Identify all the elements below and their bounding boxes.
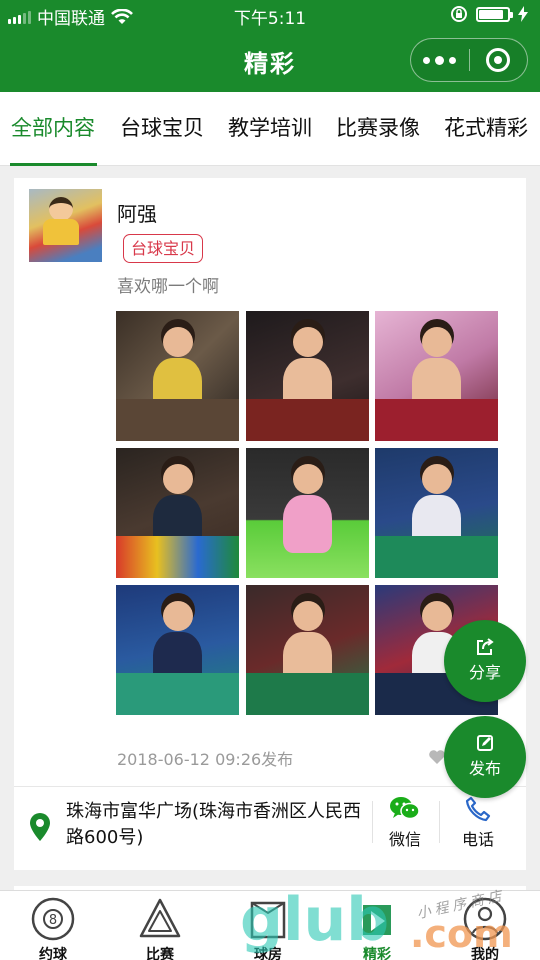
edit-icon [477,735,493,751]
phone-label: 电话 [461,830,494,849]
venue-address[interactable]: 珠海市富华广场(珠海市香洲区人民西路600号) [66,799,366,851]
tab-fancy-shots[interactable]: 花式精彩 [444,112,528,142]
bottom-tab-bar: 8 约球 比赛 球房 精彩 我的 [0,890,540,960]
venue-icon [250,901,286,939]
phone-icon [465,796,491,822]
rotation-lock-icon [451,6,467,22]
category-tabs: 全部内容 台球宝贝 教学培训 比赛录像 花式精彩 [0,92,540,166]
share-button[interactable]: 分享 [444,620,526,702]
post-username[interactable]: 阿强 [117,198,157,227]
post-photo[interactable] [246,585,369,715]
tabbar-item-highlights[interactable]: 精彩 [342,897,412,960]
tabbar-item-match[interactable]: 8 约球 [18,897,88,960]
tab-teaching[interactable]: 教学培训 [228,112,312,142]
location-pin-icon [30,813,50,841]
battery-icon [476,6,513,22]
post-photo[interactable] [246,311,369,441]
post-tag[interactable]: 台球宝贝 [123,234,204,263]
active-tab-indicator [10,163,97,166]
avatar[interactable] [29,189,102,262]
tab-match-video[interactable]: 比赛录像 [336,112,420,142]
post-text: 喜欢哪一个啊 [117,277,219,297]
wechat-button[interactable]: 微信 [384,796,426,850]
publish-label: 发布 [468,759,501,778]
share-icon [477,638,494,655]
post-photo[interactable] [116,585,239,715]
post-photo[interactable] [116,311,239,441]
location-row: 珠海市富华广场(珠海市香洲区人民西路600号) 微信 电话 [14,786,526,870]
post-photo[interactable] [246,448,369,578]
highlights-icon [363,905,391,935]
more-menu-icon[interactable] [411,55,469,65]
close-mini-program-icon[interactable] [470,48,528,72]
tab-billiards-babe[interactable]: 台球宝贝 [120,112,204,142]
tabbar-item-venue[interactable]: 球房 [233,897,303,960]
svg-text:8: 8 [49,913,57,928]
publish-button[interactable]: 发布 [444,716,526,798]
charging-icon [518,6,528,22]
post-time: 2018-06-12 09:26发布 [117,750,294,769]
wechat-icon [390,797,420,820]
tab-all[interactable]: 全部内容 [11,112,95,142]
wechat-label: 微信 [388,830,421,849]
nav-bar: 精彩 [0,30,540,92]
tabbar-item-competition[interactable]: 比赛 [125,897,195,960]
billiard-ball-icon: 8 [31,897,75,941]
post-photo[interactable] [375,448,498,578]
triangle-rack-icon [139,898,181,938]
mini-program-capsule [410,38,528,82]
phone-button[interactable]: 电话 [455,796,501,850]
post-photo[interactable] [375,311,498,441]
status-bar: 中国联通 下午5:11 [0,0,540,30]
tabbar-item-mine[interactable]: 我的 [450,897,520,960]
user-icon [463,897,507,941]
share-label: 分享 [468,663,501,682]
post-photo[interactable] [116,448,239,578]
